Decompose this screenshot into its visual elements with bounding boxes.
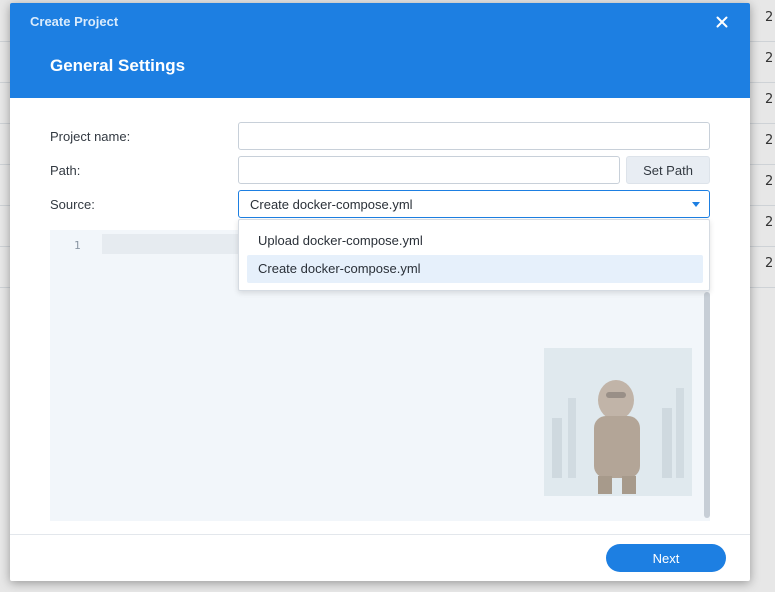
source-dropdown-menu: Upload docker-compose.yml Create docker-… <box>238 219 710 291</box>
project-name-input[interactable] <box>238 122 710 150</box>
project-name-label: Project name: <box>50 129 131 144</box>
bear-illustration <box>544 348 692 496</box>
footer-divider <box>10 534 750 535</box>
set-path-button[interactable]: Set Path <box>626 156 710 184</box>
path-input[interactable] <box>238 156 620 184</box>
dialog-title: Create Project <box>30 14 119 29</box>
dropdown-option-create[interactable]: Create docker-compose.yml <box>247 255 703 283</box>
close-icon <box>716 16 728 28</box>
caret-down-icon <box>692 202 700 207</box>
editor-scrollbar[interactable] <box>704 292 710 518</box>
create-project-dialog: Create Project General Settings Project … <box>10 3 750 581</box>
source-label: Source: <box>50 197 95 212</box>
next-button[interactable]: Next <box>606 544 726 572</box>
source-select[interactable]: Create docker-compose.yml <box>238 190 710 218</box>
watermark-image <box>544 348 692 496</box>
path-label: Path: <box>50 163 81 178</box>
section-title: General Settings <box>50 56 186 75</box>
line-number: 1 <box>74 239 81 252</box>
dialog-header: Create Project General Settings <box>10 3 750 98</box>
source-select-value: Create docker-compose.yml <box>250 197 413 212</box>
dropdown-option-upload[interactable]: Upload docker-compose.yml <box>247 227 703 255</box>
close-button[interactable] <box>712 12 732 32</box>
